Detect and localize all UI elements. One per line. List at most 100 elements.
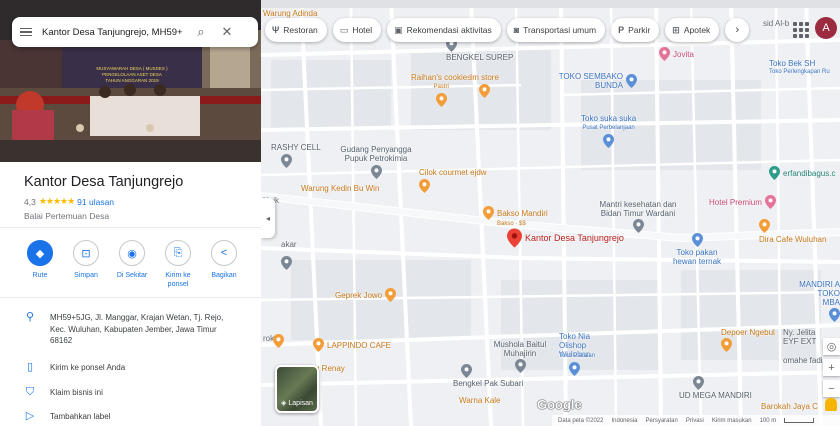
poi-marker-west[interactable] xyxy=(281,256,292,270)
phone-send-icon: ⎘ xyxy=(165,240,191,266)
map-pin-icon xyxy=(764,195,776,209)
map-pin-icon xyxy=(273,334,284,348)
poi-gudang-penyangga[interactable]: Gudang Penyangga Pupuk Petrokimia xyxy=(335,145,417,179)
scale-label[interactable]: 100 m xyxy=(760,418,777,424)
poi-erfandibagus[interactable]: erfandibagus.c xyxy=(769,166,835,180)
poi-toko-suka-suka[interactable]: Toko suka suka Pusat Perbelanjaan xyxy=(581,114,636,148)
poi-bengkel-pak-subari[interactable]: Bengkel Pak Subari xyxy=(453,364,523,388)
chip-restoran[interactable]: Ψ Restoran xyxy=(265,18,327,42)
poi-rashy-cell[interactable]: RASHY CELL xyxy=(271,143,321,168)
footer-feedback-link[interactable]: Kirim masukan xyxy=(712,418,752,424)
collapse-panel-button[interactable]: ◂ xyxy=(261,198,275,238)
search-input[interactable] xyxy=(42,26,184,38)
chip-apotek[interactable]: ⊞ Apotek xyxy=(665,18,720,42)
poi-mandiri-toko[interactable]: MANDIRI A TOKO MBA xyxy=(798,280,840,322)
poi-lappindo-cafe-label[interactable]: LAPPINDO CAFE xyxy=(313,338,391,352)
share-button[interactable]: < Bagikan xyxy=(206,240,242,289)
map-pin-icon xyxy=(603,134,615,148)
label-icon: ▷ xyxy=(25,410,35,422)
map-data-credit: Data peta ©2022 xyxy=(558,417,604,424)
star-rating-icon: ★★★★★ xyxy=(38,196,75,206)
directions-button[interactable]: ◆ Rute xyxy=(22,240,58,289)
map-pin-icon xyxy=(693,376,704,390)
zoom-out-button[interactable]: − xyxy=(823,380,840,397)
poi-g-renay[interactable]: g Renay xyxy=(315,364,345,373)
close-icon[interactable]: ✕ xyxy=(218,24,236,40)
account-avatar[interactable]: A xyxy=(815,17,837,39)
map-pin-icon xyxy=(281,256,292,270)
street-view-pegman-icon[interactable] xyxy=(825,398,837,411)
my-location-button[interactable]: ◎ xyxy=(823,338,840,355)
map-pin-icon xyxy=(385,288,397,302)
poi-toko-sembako-bunda[interactable]: TOKO SEMBAKO BUNDA xyxy=(557,72,637,90)
parking-icon: P xyxy=(618,25,625,35)
poi-bakso-mandiri[interactable]: Bakso Mandiri Bakso · $$ xyxy=(483,206,548,229)
address-text: MH59+5JG, Jl. Manggar, Krajan Wetan, Tj.… xyxy=(50,313,224,345)
poi-dira-cafe[interactable]: Dira Cafe Wuluhan xyxy=(759,219,826,244)
place-header: Kantor Desa Tanjungrejo 4,3 ★★★★★ 91 ula… xyxy=(24,174,183,221)
map-pin-icon xyxy=(461,364,472,378)
chevron-left-icon: ◂ xyxy=(265,213,270,223)
directions-icon: ◆ xyxy=(27,240,53,266)
poi-lappindo-cafe[interactable] xyxy=(273,334,284,348)
poi-warung-kedin[interactable]: Warung Kedin Bu Win xyxy=(301,184,379,193)
poi-im-store[interactable]: Im store xyxy=(470,73,499,98)
map-pin-icon xyxy=(721,338,732,352)
poi-toko-pakan[interactable]: Toko pakan hewan ternak xyxy=(669,233,725,266)
map-pin-icon xyxy=(419,179,430,193)
map-pin-icon xyxy=(569,362,580,376)
send-to-phone-button[interactable]: ⎘ Kirim ke ponsel xyxy=(160,240,196,289)
map-controls: ◎ + − xyxy=(823,338,840,401)
poi-ud-mega-mandiri[interactable]: UD MEGA MANDIRI xyxy=(679,376,752,400)
menu-icon[interactable] xyxy=(20,27,32,37)
pharmacy-icon: ⊞ xyxy=(672,24,680,35)
zoom-in-button[interactable]: + xyxy=(823,359,840,376)
chip-hotel[interactable]: ▭ Hotel xyxy=(332,18,382,42)
search-icon[interactable]: ⌕ xyxy=(192,24,210,40)
street-label: akar xyxy=(281,240,297,249)
restaurant-icon: Ψ xyxy=(272,25,280,35)
chip-parkir[interactable]: P Parkir xyxy=(611,18,660,42)
reviews-link[interactable]: 91 ulasan xyxy=(77,197,114,207)
poi-toko-bek[interactable]: Toko Bek SH Toko Perlengkapan Ru xyxy=(769,59,830,77)
map-pin-icon xyxy=(478,84,490,98)
chips-more-button[interactable]: › xyxy=(725,18,750,42)
footer-terms-link[interactable]: Persyaratan xyxy=(646,418,678,424)
map-pin-icon xyxy=(659,47,670,61)
poi-barokah-jaya[interactable]: Barokah Jaya C xyxy=(761,402,818,411)
address-row[interactable]: ⚲ MH59+5JG, Jl. Manggar, Krajan Wetan, T… xyxy=(24,311,240,347)
poi-geprek-jowo[interactable]: Geprek Jowo xyxy=(335,288,397,302)
send-to-phone-row[interactable]: ▯ Kirim ke ponsel Anda xyxy=(24,361,240,374)
chip-rekomendasi-aktivitas[interactable]: ▣ Rekomendasi aktivitas xyxy=(387,18,501,42)
minus-icon: − xyxy=(828,382,835,395)
selected-pin-icon xyxy=(507,228,522,248)
poi-jovita[interactable]: Jovita xyxy=(659,47,694,61)
poi-warna-kale[interactable]: Warna Kale xyxy=(459,396,501,405)
apps-grid-icon[interactable] xyxy=(790,19,812,41)
poi-cilok-courmet[interactable]: Cilok courmet ejdw xyxy=(419,168,487,193)
save-button[interactable]: ⊡ Simpan xyxy=(68,240,104,289)
chip-transportasi-umum[interactable]: ◙ Transportasi umum xyxy=(506,18,606,42)
poi-raihans-cookies[interactable]: Raihan's cookies Pastri xyxy=(411,73,471,107)
layers-button[interactable]: ◈ Lapisan xyxy=(275,365,319,413)
add-label-row[interactable]: ▷ Tambahkan label xyxy=(24,410,240,423)
poi-toko-pakaian[interactable]: Toko Pakaian xyxy=(559,352,595,376)
selected-place-marker[interactable]: Kantor Desa Tanjungrejo xyxy=(507,228,624,248)
transit-icon: ◙ xyxy=(513,25,520,35)
share-icon: < xyxy=(211,240,237,266)
nearby-button[interactable]: ◉ Di Sekitar xyxy=(114,240,150,289)
poi-hotel-premium[interactable]: Hotel Premium xyxy=(709,195,776,209)
street-label: sid Al-b xyxy=(763,19,790,28)
poi-warung-adinda[interactable]: Warung Adinda xyxy=(263,9,317,18)
footer-privacy-link[interactable]: Privasi xyxy=(686,418,704,424)
footer-country[interactable]: Indonesia xyxy=(611,418,637,424)
map-canvas[interactable]: akar Unik rok sid Al-b Warung Adinda BEN… xyxy=(261,0,840,426)
activity-icon: ▣ xyxy=(394,24,403,35)
action-buttons: ◆ Rute ⊡ Simpan ◉ Di Sekitar ⎘ Kirim ke … xyxy=(22,240,242,289)
rating-value: 4,3 xyxy=(24,196,36,207)
claim-business-row[interactable]: ⛉ Klaim bisnis ini xyxy=(24,386,240,399)
search-box: ⌕ ✕ xyxy=(12,17,258,47)
poi-omahe-fadi[interactable]: omahe fadi xyxy=(783,356,823,365)
poi-depoer-ngebul[interactable]: Depoer Ngebul xyxy=(721,328,775,352)
place-category[interactable]: Balai Pertemuan Desa xyxy=(24,211,183,221)
